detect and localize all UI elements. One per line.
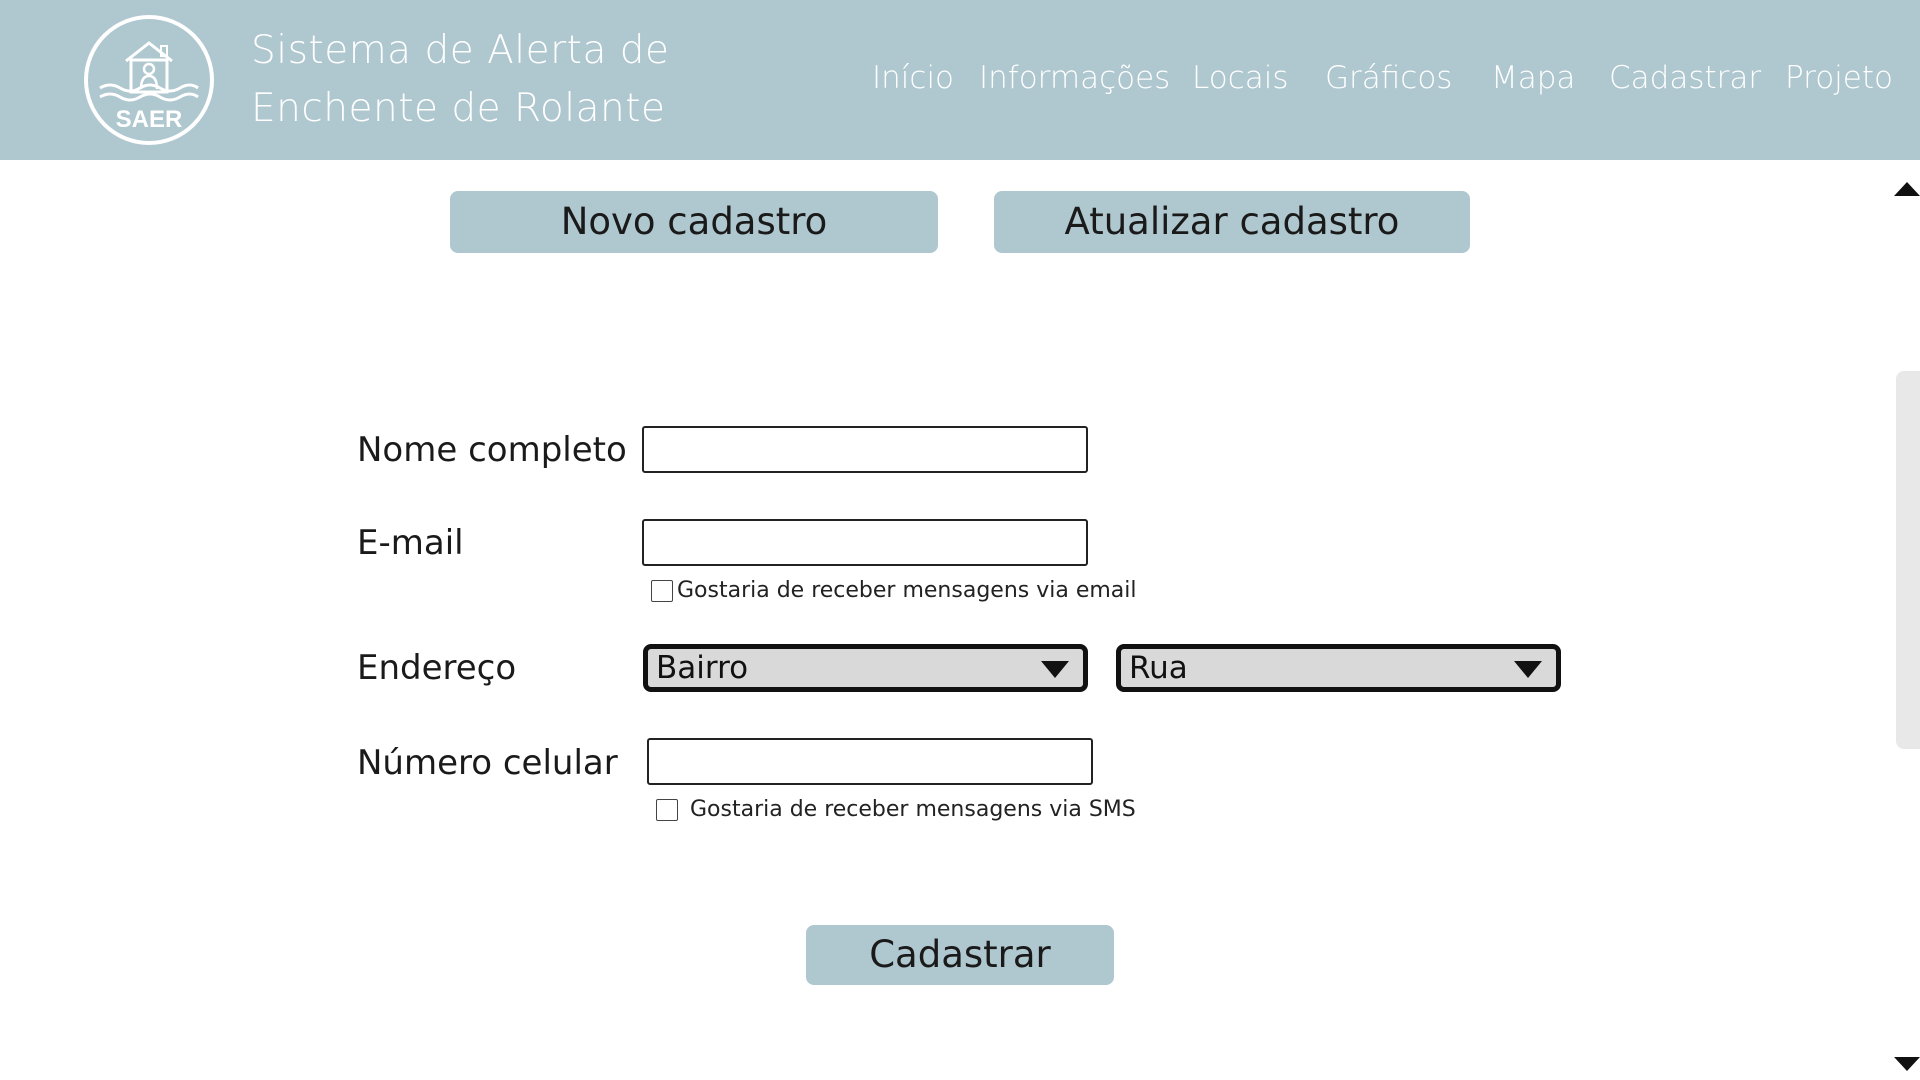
email-opt-in-label: Gostaria de receber mensagens via email <box>677 578 1137 603</box>
sms-opt-in: Gostaria de receber mensagens via SMS <box>656 797 1136 822</box>
email-opt-in-checkbox[interactable] <box>651 579 673 602</box>
logo-text: SAER <box>116 106 183 133</box>
sms-opt-in-label: Gostaria de receber mensagens via SMS <box>690 797 1136 822</box>
name-label: Nome completo <box>357 430 627 470</box>
email-opt-in: Gostaria de receber mensagens via email <box>651 578 1137 603</box>
site-header: SAER Sistema de Alerta de Enchente de Ro… <box>0 0 1920 160</box>
sms-opt-in-checkbox[interactable] <box>656 798 678 821</box>
triangle-up-icon[interactable] <box>1894 182 1920 196</box>
logo-icon[interactable]: SAER <box>82 13 216 147</box>
nav-projeto[interactable]: Projeto <box>1785 58 1893 98</box>
nav-mapa[interactable]: Mapa <box>1491 58 1575 98</box>
nav-cadastrar[interactable]: Cadastrar <box>1609 58 1761 98</box>
new-registration-button[interactable]: Novo cadastro <box>450 191 938 253</box>
email-label: E-mail <box>357 523 464 563</box>
site-title-line2: Enchente de Rolante <box>251 86 666 131</box>
scrollbar-thumb[interactable] <box>1896 371 1920 749</box>
phone-label: Número celular <box>357 743 618 783</box>
nav-inicio[interactable]: Início <box>872 58 954 98</box>
nav-locais[interactable]: Locais <box>1192 58 1289 98</box>
street-select[interactable]: Rua <box>1116 644 1561 692</box>
address-label: Endereço <box>357 648 517 688</box>
site-title-line1: Sistema de Alerta de <box>251 28 670 73</box>
site-title: Sistema de Alerta de Enchente de Rolante <box>251 22 671 138</box>
triangle-down-icon <box>1041 661 1069 678</box>
update-registration-button[interactable]: Atualizar cadastro <box>994 191 1470 253</box>
phone-field[interactable] <box>647 738 1093 785</box>
email-field[interactable] <box>642 519 1088 566</box>
name-field[interactable] <box>642 426 1088 473</box>
nav-graficos[interactable]: Gráficos <box>1325 58 1452 98</box>
street-select-value: Rua <box>1129 650 1188 686</box>
neighborhood-select-value: Bairro <box>656 650 749 686</box>
neighborhood-select[interactable]: Bairro <box>643 644 1088 692</box>
nav-informacoes[interactable]: Informações <box>979 58 1170 98</box>
triangle-down-icon[interactable] <box>1894 1057 1920 1071</box>
triangle-down-icon <box>1514 661 1542 678</box>
submit-button[interactable]: Cadastrar <box>806 925 1114 985</box>
